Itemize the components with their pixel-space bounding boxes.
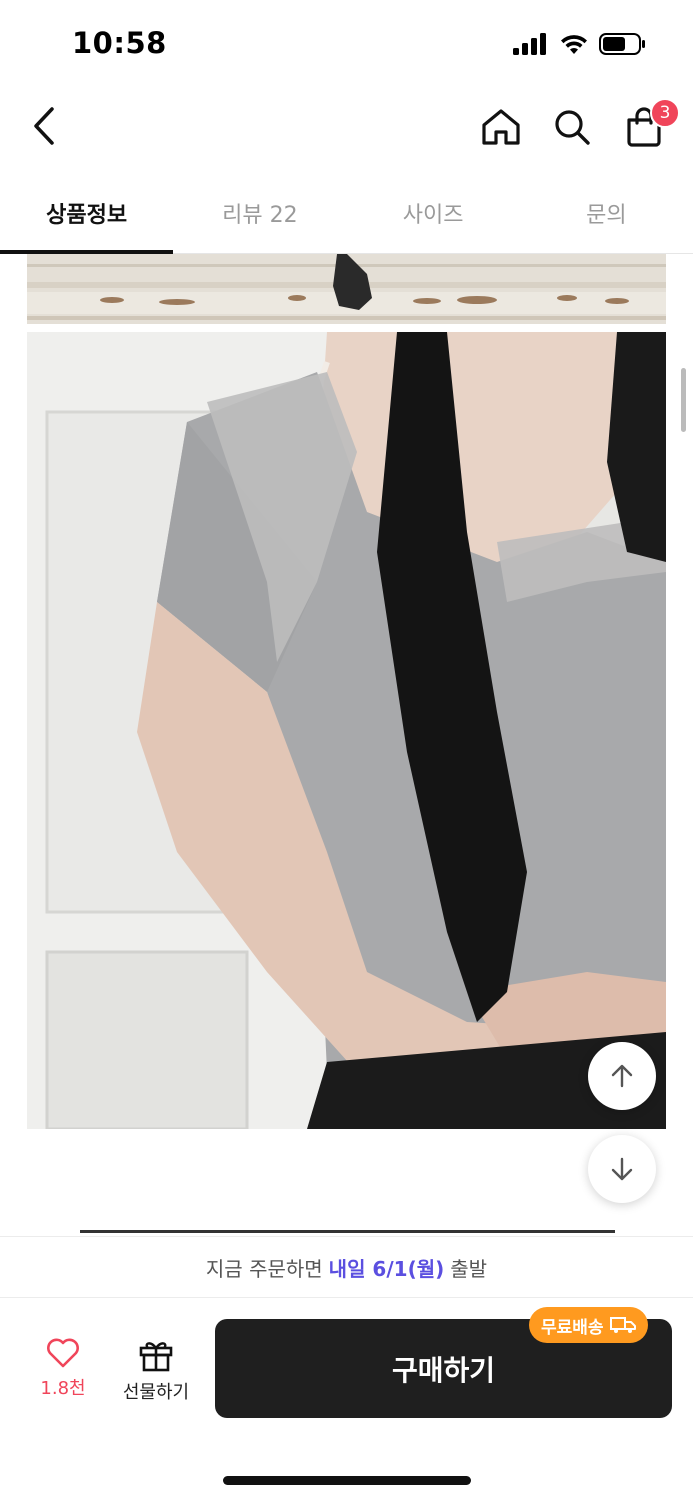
home-button[interactable] xyxy=(478,104,524,150)
free-shipping-label: 무료배송 xyxy=(541,1317,604,1338)
bottom-action-bar: 1.8천 선물하기 구매하기 무료배송 xyxy=(0,1298,693,1500)
like-button[interactable]: 1.8천 xyxy=(28,1338,98,1408)
heart-icon xyxy=(47,1338,79,1368)
top-navigation xyxy=(0,90,693,170)
tab-inquiry[interactable]: 문의 xyxy=(520,172,693,253)
arrow-up-icon xyxy=(611,1064,633,1088)
product-tabs: 상품정보 리뷰 22 사이즈 문의 xyxy=(0,172,693,254)
back-button[interactable] xyxy=(22,104,66,148)
battery-icon xyxy=(599,33,645,55)
arrow-down-icon xyxy=(611,1157,633,1181)
gift-label: 선물하기 xyxy=(122,1382,190,1403)
scroll-indicator[interactable] xyxy=(681,368,686,432)
tab-size[interactable]: 사이즈 xyxy=(347,172,520,253)
product-image-partial xyxy=(27,254,666,324)
search-icon xyxy=(555,110,590,145)
home-icon xyxy=(482,109,520,145)
cellular-signal-icon xyxy=(513,33,546,55)
tab-reviews[interactable]: 리뷰 22 xyxy=(173,172,346,253)
product-image-main xyxy=(27,332,666,1129)
home-indicator xyxy=(223,1476,471,1485)
gift-icon xyxy=(139,1342,173,1372)
wifi-icon xyxy=(561,35,587,54)
status-bar: 10:58 xyxy=(0,0,693,90)
chevron-left-icon xyxy=(34,107,54,145)
delivery-suffix: 출발 xyxy=(450,1256,488,1281)
delivery-date: 내일 6/1(월) xyxy=(328,1256,445,1281)
delivery-truck-icon xyxy=(609,1317,636,1333)
like-count: 1.8천 xyxy=(40,1378,86,1399)
delivery-info: 지금 주문하면 내일 6/1(월) 출발 xyxy=(0,1236,693,1298)
content-divider xyxy=(80,1230,615,1233)
free-shipping-badge: 무료배송 xyxy=(529,1307,648,1343)
scroll-to-bottom-button[interactable] xyxy=(588,1135,656,1203)
gift-button[interactable]: 선물하기 xyxy=(114,1338,198,1408)
delivery-prefix: 지금 주문하면 xyxy=(205,1256,323,1281)
cart-count-badge: 3 xyxy=(650,98,680,128)
status-time: 10:58 xyxy=(72,26,167,60)
status-icons xyxy=(513,32,647,56)
search-button[interactable] xyxy=(549,104,595,150)
scroll-to-top-button[interactable] xyxy=(588,1042,656,1110)
tab-product-info[interactable]: 상품정보 xyxy=(0,172,174,254)
